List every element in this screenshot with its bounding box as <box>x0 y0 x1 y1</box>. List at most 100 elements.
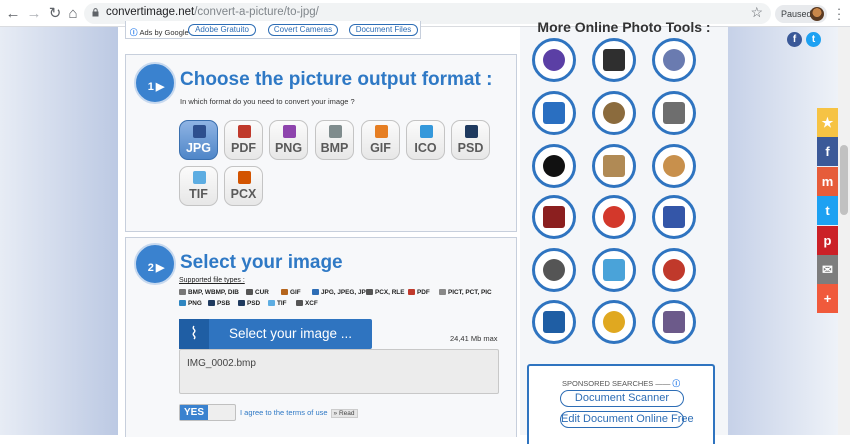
psd-file-icon <box>465 125 478 138</box>
sphere-icon <box>663 206 685 228</box>
format-option-psd[interactable]: PSD <box>451 120 490 160</box>
sponsored-link[interactable]: Document Scanner <box>560 390 684 407</box>
pinterest-share-icon[interactable]: p <box>817 225 838 255</box>
file-type-icon <box>179 300 186 306</box>
email-share-icon[interactable]: ✉ <box>817 255 838 284</box>
file-type-icon <box>312 289 319 295</box>
tool-3d-glasses[interactable] <box>592 248 636 292</box>
format-option-gif[interactable]: GIF <box>361 120 400 160</box>
tool-blue-arrow[interactable] <box>532 91 576 135</box>
text-logo-icon <box>663 259 685 281</box>
file-type-icon <box>296 300 303 306</box>
reload-icon[interactable]: ↻ <box>46 5 64 23</box>
info-icon[interactable]: ⓘ <box>130 28 138 37</box>
bookmark-star-icon[interactable]: ☆ <box>750 4 763 21</box>
photo-mosaic-icon <box>663 311 685 333</box>
terms-text[interactable]: I agree to the terms of use» Read <box>240 408 358 418</box>
ad-link[interactable]: Document Files <box>349 24 418 36</box>
max-size: 24,41 Mb max <box>450 334 498 343</box>
facebook-share-icon[interactable]: f <box>817 137 838 167</box>
format-option-tif[interactable]: TIF <box>179 166 218 206</box>
tool-coin[interactable] <box>532 300 576 344</box>
file-type-label: CUR <box>255 289 269 296</box>
favorite-icon[interactable]: ★ <box>817 108 838 137</box>
tool-golden-cube[interactable] <box>592 300 636 344</box>
file-type-item: PICT, PCT, PIC <box>439 289 492 296</box>
twitter-share-icon[interactable]: t <box>817 196 838 226</box>
tool-rotate[interactable] <box>532 38 576 82</box>
profile-button[interactable]: Paused <box>775 5 827 23</box>
select-image-label: Select your image ... <box>229 326 353 341</box>
perspective-icon <box>663 49 685 71</box>
tool-sepia-photo[interactable] <box>592 144 636 188</box>
file-type-icon <box>366 289 373 295</box>
format-option-pcx[interactable]: PCX <box>224 166 263 206</box>
file-type-item: TIF <box>268 300 287 307</box>
file-list[interactable]: IMG_0002.bmp <box>179 349 499 394</box>
format-label: JPG <box>185 141 211 155</box>
file-type-icon <box>179 289 186 295</box>
tool-perspective[interactable] <box>652 38 696 82</box>
format-label: PDF <box>231 141 256 155</box>
file-type-label: PSD <box>247 300 261 307</box>
tool-crop[interactable] <box>592 38 636 82</box>
paperclip-icon: ⌇ <box>179 319 209 349</box>
twitter-icon[interactable]: t <box>806 32 821 47</box>
file-type-label: JPG, JPEG, JPE <box>321 289 371 296</box>
forward-icon[interactable]: → <box>25 5 43 23</box>
terms-toggle[interactable]: YES <box>179 404 236 421</box>
info-icon[interactable]: ⓘ <box>672 379 680 388</box>
tool-text-logo[interactable] <box>652 248 696 292</box>
file-type-icon <box>439 289 446 295</box>
sponsored-link[interactable]: Edit Document Online Free <box>560 411 694 428</box>
file-type-label: TIF <box>277 300 287 307</box>
sponsored-box: SPONSORED SEARCHES —— ⓘ Document Scanner… <box>527 364 715 444</box>
jpg-file-icon <box>193 125 206 138</box>
tool-tv[interactable] <box>532 195 576 239</box>
tool-child-photo[interactable] <box>532 248 576 292</box>
tool-sphere[interactable] <box>652 195 696 239</box>
format-option-jpg[interactable]: JPG <box>179 120 218 160</box>
tool-photo-mosaic[interactable] <box>652 300 696 344</box>
palette-icon <box>663 155 685 177</box>
back-icon[interactable]: ← <box>4 5 22 23</box>
bmp-file-icon <box>329 125 342 138</box>
format-label: TIF <box>189 187 208 201</box>
file-type-icon <box>246 289 253 295</box>
3d-glasses-icon <box>603 259 625 281</box>
format-option-png[interactable]: PNG <box>269 120 308 160</box>
more-share-icon[interactable]: + <box>817 284 838 314</box>
format-subtitle: In which format do you need to convert y… <box>180 97 355 106</box>
home-icon[interactable]: ⌂ <box>64 5 82 23</box>
file-type-item: PSD <box>238 300 260 307</box>
read-terms-link[interactable]: » Read <box>330 409 358 418</box>
sidebar-title: More Online Photo Tools : <box>537 19 711 35</box>
ad-link[interactable]: Adobe Gratuito <box>188 24 256 36</box>
format-label: PNG <box>274 141 303 155</box>
select-image-button[interactable]: ⌇ Select your image ... <box>179 319 372 349</box>
ad-link[interactable]: Covert Cameras <box>268 24 338 36</box>
format-option-pdf[interactable]: PDF <box>224 120 263 160</box>
web-page: ⓘ Ads by Google Adobe Gratuito Covert Cam… <box>0 19 850 444</box>
scrollbar-track[interactable] <box>838 27 850 435</box>
format-option-ico[interactable]: ICO <box>406 120 445 160</box>
file-type-label: PICT, PCT, PIC <box>448 289 492 296</box>
facebook-icon[interactable]: f <box>787 32 802 47</box>
file-type-item: PCX, RLE <box>366 289 404 296</box>
blue-arrow-icon <box>543 102 565 124</box>
menu-icon[interactable]: · · · <box>834 2 844 25</box>
file-type-item: CUR <box>246 289 269 296</box>
tool-stamp[interactable] <box>652 91 696 135</box>
tool-pop-art[interactable] <box>592 195 636 239</box>
tool-black-white[interactable] <box>532 144 576 188</box>
format-option-bmp[interactable]: BMP <box>315 120 354 160</box>
mix-share-icon[interactable]: m <box>817 166 838 196</box>
pcx-file-icon <box>238 171 251 184</box>
tool-filmstrip[interactable] <box>592 91 636 135</box>
tool-palette[interactable] <box>652 144 696 188</box>
file-type-label: GIF <box>290 289 301 296</box>
file-type-icon <box>238 300 245 306</box>
scrollbar-thumb[interactable] <box>840 145 848 215</box>
lock-icon <box>92 8 99 17</box>
format-label: PSD <box>457 141 484 155</box>
